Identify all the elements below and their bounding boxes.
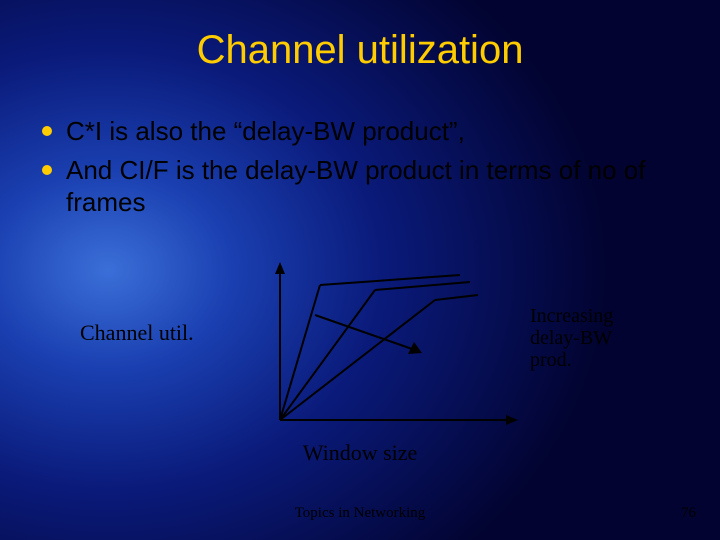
chart-svg: [260, 260, 520, 430]
chart: [260, 260, 520, 430]
chart-annotation: Increasingdelay-BWprod.: [530, 305, 613, 371]
chart-x-label: Window size: [0, 440, 720, 466]
page-number: 76: [681, 505, 696, 522]
slide-title: Channel utilization: [0, 28, 720, 73]
chart-y-label: Channel util.: [80, 320, 194, 346]
bullet-item: C*I is also the “delay-BW product”,: [40, 115, 690, 148]
chart-annotation-text: Increasingdelay-BWprod.: [530, 305, 613, 371]
bullet-list: C*I is also the “delay-BW product”, And …: [40, 115, 690, 225]
slide: Channel utilization C*I is also the “del…: [0, 0, 720, 540]
footer-text: Topics in Networking: [0, 505, 720, 522]
bullet-item: And CI/F is the delay-BW product in term…: [40, 154, 690, 219]
